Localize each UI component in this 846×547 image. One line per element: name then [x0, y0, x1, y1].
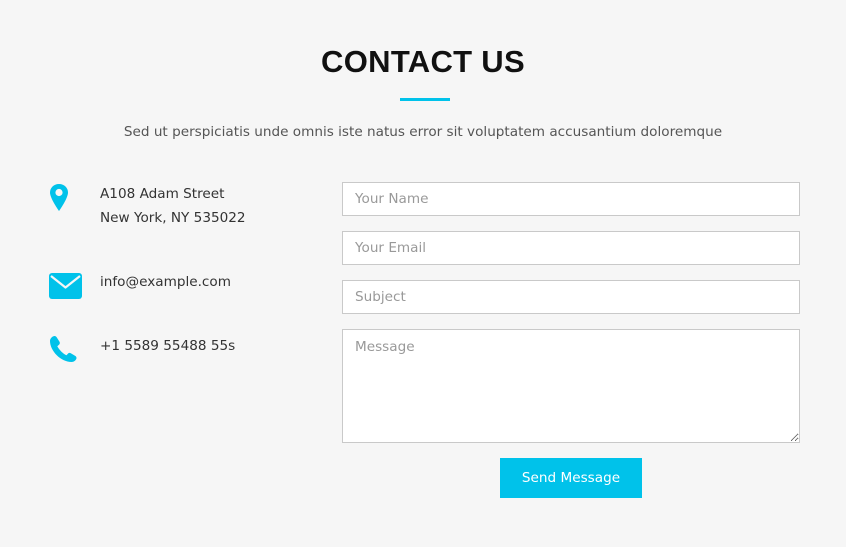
contact-phone: +1 5589 55488 55s — [48, 334, 308, 366]
title-underline — [400, 98, 450, 101]
email-input[interactable] — [342, 231, 800, 265]
envelope-icon — [48, 270, 84, 302]
subject-input[interactable] — [342, 280, 800, 314]
map-pin-icon — [48, 182, 84, 214]
contact-address: A108 Adam Street New York, NY 535022 — [48, 182, 308, 232]
send-message-button[interactable]: Send Message — [500, 458, 642, 498]
address-line-1: A108 Adam Street — [100, 186, 225, 202]
contact-email: info@example.com — [48, 270, 308, 302]
phone-icon — [48, 334, 84, 366]
message-textarea[interactable] — [342, 329, 800, 443]
address-line-2: New York, NY 535022 — [100, 210, 246, 226]
name-input[interactable] — [342, 182, 800, 216]
page-subtitle: Sed ut perspiciatis unde omnis iste natu… — [123, 124, 723, 140]
phone-number[interactable]: +1 5589 55488 55s — [100, 334, 235, 358]
page-title: CONTACT US — [321, 44, 525, 79]
email-address[interactable]: info@example.com — [100, 270, 231, 294]
